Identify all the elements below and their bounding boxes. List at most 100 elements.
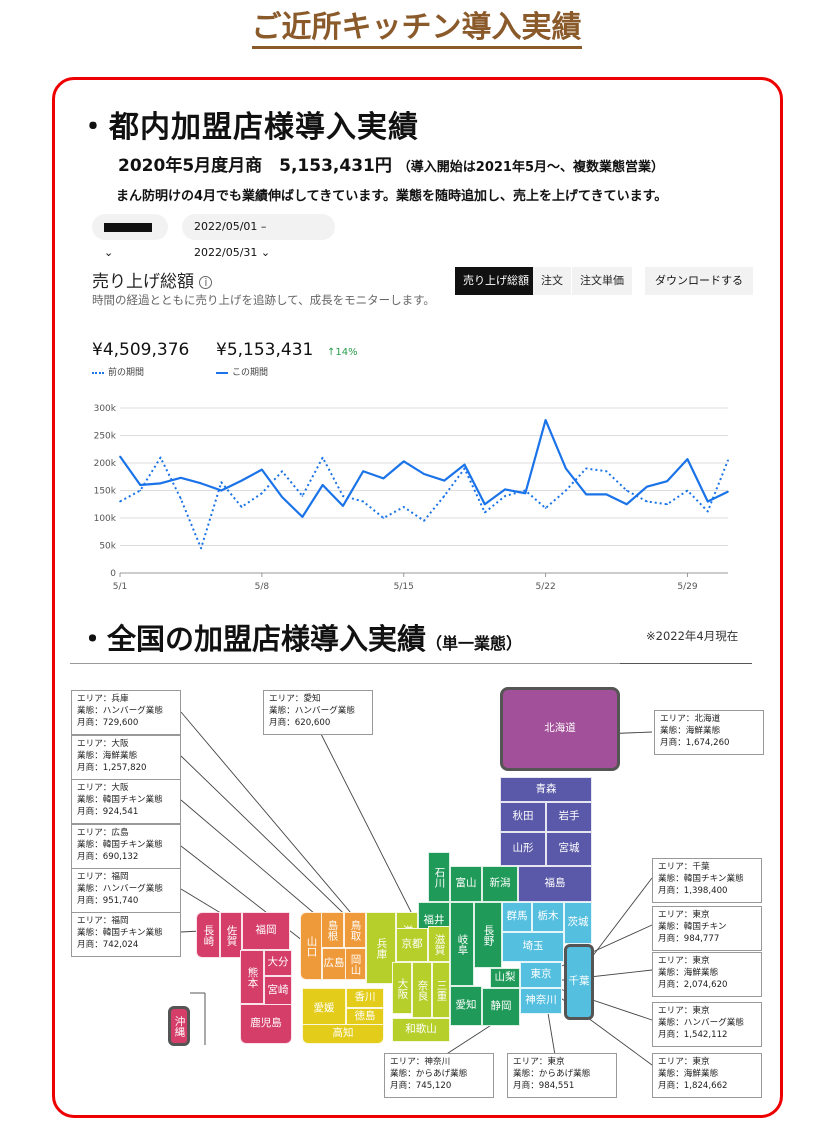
- info-sales: 月商：951,740: [77, 896, 139, 906]
- info-sales: 月商：1,257,820: [77, 763, 147, 773]
- pref-kanagawa: 神奈川: [520, 988, 562, 1014]
- info-sales: 月商：1,824,662: [658, 1081, 728, 1091]
- pref-tokyo: 東京: [520, 962, 562, 988]
- info-type: 業態：からあげ業態: [513, 1069, 591, 1079]
- info-sales: 月商：690,132: [77, 852, 139, 862]
- info-type: 業態：海鮮業態: [660, 726, 721, 736]
- pref-toyama: 富山: [450, 866, 482, 902]
- pref-gunma: 群馬: [502, 902, 532, 932]
- info-area: エリア：大阪: [77, 739, 129, 749]
- pref-ishikawa: 石川: [428, 852, 450, 902]
- pref-fukuoka: 福岡: [242, 912, 290, 950]
- pref-shiga-2: 滋賀: [428, 926, 450, 962]
- info-type: 業態：からあげ業態: [390, 1069, 468, 1079]
- pref-miyazaki: 宮崎: [264, 976, 292, 1006]
- info-sales: 月商：984,777: [658, 934, 720, 944]
- pref-saga: 佐賀: [220, 912, 242, 958]
- info-area: エリア：東京: [658, 1057, 710, 1067]
- pref-kumamoto: 熊本: [240, 950, 264, 1004]
- info-area: エリア：北海道: [660, 714, 721, 724]
- info-box-aichi: エリア：愛知業態：ハンバーグ業態 月商：620,600: [263, 690, 373, 735]
- info-area: エリア：東京: [513, 1057, 565, 1067]
- info-area: エリア：福岡: [77, 916, 129, 926]
- info-box-hyogo: エリア：兵庫業態：ハンバーグ業態 月商：729,600: [71, 690, 181, 735]
- info-sales: 月商：745,120: [390, 1081, 452, 1091]
- info-area: エリア：兵庫: [77, 694, 129, 704]
- pref-kochi: 高知: [302, 1024, 384, 1044]
- info-type: 業態：海鮮業態: [77, 751, 138, 761]
- pref-okayama: 岡山: [344, 948, 366, 980]
- pref-tochigi: 栃木: [532, 902, 564, 932]
- pref-fukushima: 福島: [518, 866, 592, 902]
- info-type: 業態：ハンバーグ業態: [658, 1018, 744, 1028]
- info-box-tokyo-5: エリア：東京 業態：からあげ業態 月商：984,551: [507, 1053, 617, 1098]
- pref-shimane: 島根: [320, 912, 344, 948]
- info-box-osaka-1: エリア：大阪 業態：海鮮業態 月商：1,257,820: [71, 735, 181, 780]
- pref-nagasaki: 長崎: [196, 912, 220, 958]
- pref-kyoto: 京都: [396, 928, 428, 962]
- info-type: 業態：韓国チキン: [658, 922, 727, 932]
- pref-nara: 奈良: [412, 962, 432, 1018]
- pref-kagoshima: 鹿児島: [240, 1004, 292, 1044]
- info-box-kanagawa: エリア：神奈川業態：からあげ業態 月商：745,120: [384, 1053, 494, 1098]
- info-sales: 月商：924,541: [77, 807, 139, 817]
- info-box-tokyo-2: エリア：東京 業態：海鮮業態 月商：2,074,620: [652, 952, 762, 997]
- info-box-tokyo-3: エリア：東京業態：ハンバーグ業態 月商：1,542,112: [652, 1002, 762, 1047]
- pref-yamaguchi: 山口: [300, 912, 322, 980]
- pref-gifu: 岐阜: [450, 902, 474, 986]
- pref-miyagi: 宮城: [546, 832, 592, 866]
- info-box-fukuoka-1: エリア：福岡業態：ハンバーグ業態 月商：951,740: [71, 868, 181, 913]
- info-area: エリア：東京: [658, 910, 710, 920]
- info-area: エリア：神奈川: [390, 1057, 451, 1067]
- info-sales: 月商：1,398,400: [658, 886, 728, 896]
- pref-hiroshima: 広島: [322, 948, 346, 980]
- info-box-tokyo-1: エリア：東京業態：韓国チキン 月商：984,777: [652, 906, 762, 951]
- info-box-tokyo-4: エリア：東京 業態：海鮮業態 月商：1,824,662: [652, 1053, 762, 1098]
- info-area: エリア：東京: [658, 956, 710, 966]
- info-sales: 月商：1,674,260: [660, 738, 730, 748]
- info-type: 業態：海鮮業態: [658, 968, 719, 978]
- info-sales: 月商：1,542,112: [658, 1030, 728, 1040]
- info-sales: 月商：742,024: [77, 940, 139, 950]
- info-box-chiba: エリア：千葉業態：韓国チキン業態 月商：1,398,400: [652, 858, 762, 903]
- pref-nagano: 長野: [474, 902, 502, 968]
- pref-okinawa: 沖縄: [168, 1006, 190, 1046]
- info-box-hokkaido: エリア：北海道 業態：海鮮業態 月商：1,674,260: [654, 710, 764, 755]
- pref-aichi: 愛知: [450, 986, 482, 1026]
- info-area: エリア：千葉: [658, 862, 710, 872]
- pref-aomori: 青森: [500, 777, 592, 802]
- pref-oita: 大分: [264, 950, 292, 976]
- pref-ibaraki: 茨城: [564, 902, 592, 944]
- pref-yamagata: 山形: [500, 832, 546, 866]
- info-area: エリア：東京: [658, 1006, 710, 1016]
- pref-hokkaido: 北海道: [500, 687, 620, 771]
- info-box-hiroshima: エリア：広島 業態：韓国チキン業態 月商：690,132: [71, 824, 181, 869]
- pref-wakayama: 和歌山: [392, 1018, 450, 1042]
- info-type: 業態：ハンバーグ業態: [77, 884, 163, 894]
- pref-shizuoka: 静岡: [482, 988, 520, 1026]
- info-sales: 月商：2,074,620: [658, 980, 728, 990]
- info-sales: 月商：729,600: [77, 718, 139, 728]
- info-area: エリア：福岡: [77, 872, 129, 882]
- info-type: 業態：ハンバーグ業態: [269, 706, 355, 716]
- pref-iwate: 岩手: [546, 802, 592, 832]
- info-type: 業態：韓国チキン業態: [77, 795, 163, 805]
- info-area: エリア：愛知: [269, 694, 321, 704]
- pref-kagawa: 香川: [346, 988, 384, 1008]
- info-type: 業態：海鮮業態: [658, 1069, 719, 1079]
- pref-osaka: 大阪: [392, 962, 412, 1014]
- pref-akita: 秋田: [500, 802, 546, 832]
- pref-mie: 三重: [432, 962, 450, 1018]
- info-sales: 月商：620,600: [269, 718, 331, 728]
- info-type: 業態：韓国チキン業態: [77, 928, 163, 938]
- info-area: エリア：大阪: [77, 783, 129, 793]
- pref-chiba: 千葉: [564, 944, 594, 1020]
- pref-tottori: 鳥取: [344, 912, 366, 948]
- pref-yamanashi: 山梨: [490, 968, 520, 988]
- info-box-osaka-2: エリア：大阪業態：韓国チキン業態 月商：924,541: [71, 779, 181, 824]
- info-box-fukuoka-2: エリア：福岡業態：韓国チキン業態 月商：742,024: [71, 912, 181, 957]
- info-type: 業態：ハンバーグ業態: [77, 706, 163, 716]
- info-area: エリア：広島: [77, 828, 129, 838]
- pref-saitama: 埼玉: [502, 932, 564, 962]
- info-type: 業態：韓国チキン業態: [658, 874, 744, 884]
